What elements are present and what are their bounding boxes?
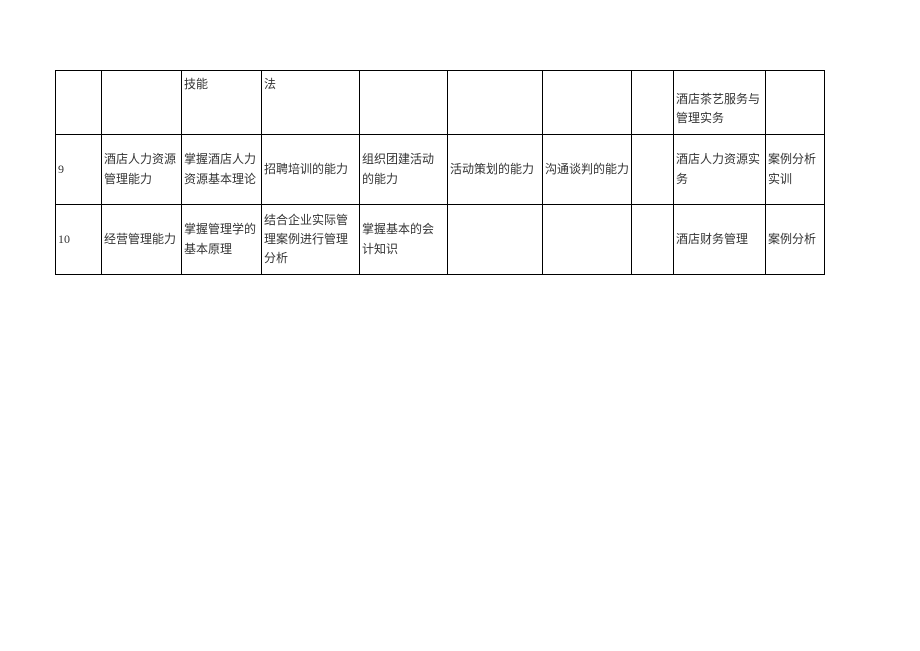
cell: 案例分析 [766,205,825,275]
cell-idx [56,71,102,135]
cell: 酒店财务管理 [674,205,766,275]
cell [448,71,543,135]
cell [766,71,825,135]
cell: 掌握管理学的基本原理 [182,205,262,275]
cell: 法 [262,71,360,135]
cell: 掌握酒店人力资源基本理论 [182,135,262,205]
table-row: 技能 法 酒店茶艺服务与管理实务 [56,71,825,135]
cell: 组织团建活动的能力 [360,135,448,205]
cell: 结合企业实际管理案例进行管理分析 [262,205,360,275]
page: 技能 法 酒店茶艺服务与管理实务 9 酒店人力资源管理能力 掌握酒店人力资源基本… [0,0,920,651]
cell-idx: 10 [56,205,102,275]
cell: 酒店人力资源实务 [674,135,766,205]
cell [360,71,448,135]
cell: 招聘培训的能力 [262,135,360,205]
cell [543,205,632,275]
cell: 酒店茶艺服务与管理实务 [674,71,766,135]
table-row: 10 经营管理能力 掌握管理学的基本原理 结合企业实际管理案例进行管理分析 掌握… [56,205,825,275]
cell [102,71,182,135]
cell-idx: 9 [56,135,102,205]
cell: 经营管理能力 [102,205,182,275]
cell [448,205,543,275]
cell [543,71,632,135]
cell: 案例分析实训 [766,135,825,205]
table-row: 9 酒店人力资源管理能力 掌握酒店人力资源基本理论 招聘培训的能力 组织团建活动… [56,135,825,205]
data-table: 技能 法 酒店茶艺服务与管理实务 9 酒店人力资源管理能力 掌握酒店人力资源基本… [55,70,825,275]
cell [632,205,674,275]
cell: 酒店人力资源管理能力 [102,135,182,205]
cell: 掌握基本的会计知识 [360,205,448,275]
cell: 沟通谈判的能力 [543,135,632,205]
cell [632,135,674,205]
cell [632,71,674,135]
cell: 活动策划的能力 [448,135,543,205]
cell: 技能 [182,71,262,135]
